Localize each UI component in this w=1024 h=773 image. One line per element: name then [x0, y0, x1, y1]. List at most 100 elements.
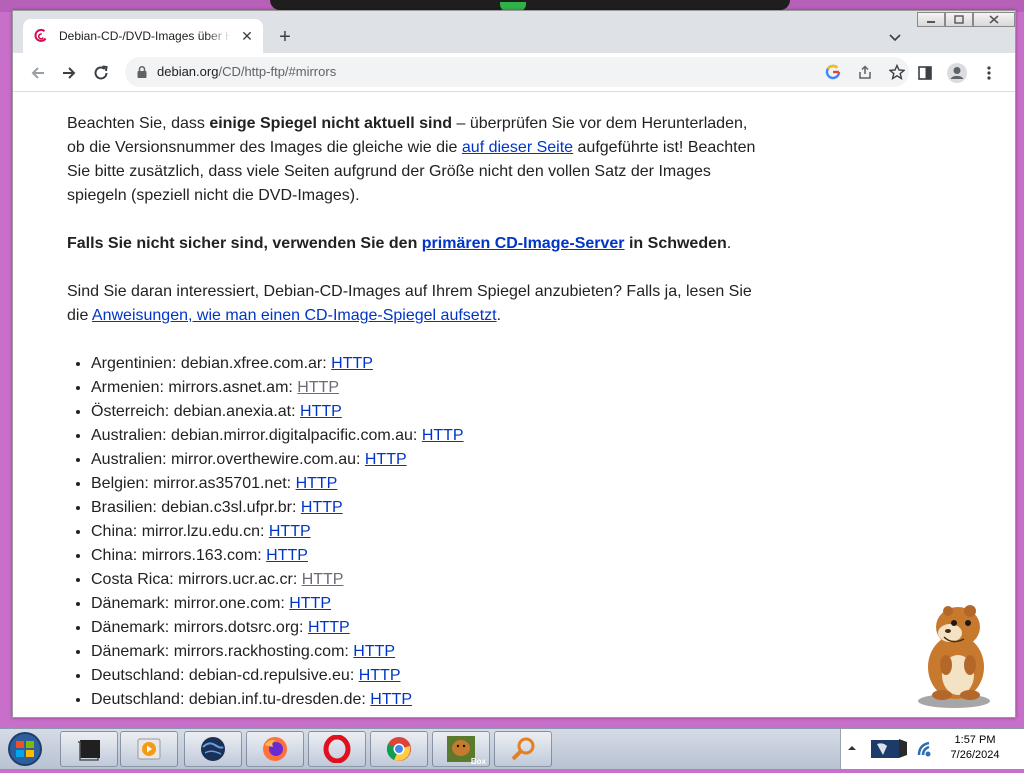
- desktop-top-widget: [270, 0, 790, 10]
- mirror-http-link[interactable]: HTTP: [370, 691, 412, 708]
- share-icon[interactable]: [855, 62, 875, 82]
- mirror-label: Australien: mirror.overthewire.com.au:: [91, 451, 365, 468]
- mirror-label: Armenien: mirrors.asnet.am:: [91, 379, 298, 396]
- maximize-button[interactable]: [945, 12, 973, 27]
- list-item: Costa Rica: mirrors.ucr.ac.cr: HTTP: [91, 568, 767, 592]
- reload-button[interactable]: [88, 60, 114, 86]
- monitor-flag-icon[interactable]: [869, 737, 909, 761]
- mirror-setup-instructions-link[interactable]: Anweisungen, wie man einen CD-Image-Spie…: [92, 307, 497, 324]
- mirror-http-link[interactable]: HTTP: [422, 427, 464, 444]
- mirror-label: Australien: debian.mirror.digitalpacific…: [91, 427, 422, 444]
- box-label: Box: [470, 757, 486, 766]
- firefox-icon: [263, 737, 287, 761]
- media-player-icon: [137, 738, 161, 760]
- mirror-http-link[interactable]: HTTP: [266, 547, 308, 564]
- browser-toolbar: debian.org/CD/http-ftp/#mirrors: [13, 53, 1015, 92]
- mirror-http-link[interactable]: HTTP: [289, 595, 331, 612]
- taskbar-firefox[interactable]: [246, 731, 304, 767]
- this-page-link[interactable]: auf dieser Seite: [462, 139, 573, 156]
- browser-window: Debian-CD-/DVD-Images über HTTP/FTP ✕ +: [12, 10, 1016, 718]
- notice-text-a: Beachten Sie, dass: [67, 115, 210, 132]
- mirror-http-link[interactable]: HTTP: [359, 667, 401, 684]
- clock[interactable]: 1:57 PM 7/26/2024: [930, 733, 1020, 763]
- primary-text-a: Falls Sie nicht sicher sind, verwenden S…: [67, 235, 422, 252]
- tab-search-chevron-icon[interactable]: [883, 26, 907, 50]
- mirror-label: Österreich: debian.anexia.at:: [91, 403, 301, 420]
- taskbar-chrome[interactable]: [370, 731, 428, 767]
- lock-icon[interactable]: [135, 65, 149, 79]
- hamster-mascot-icon[interactable]: [908, 595, 998, 710]
- tab-close-icon[interactable]: ✕: [237, 26, 257, 46]
- list-item: Dänemark: mirror.one.com: HTTP: [91, 592, 767, 616]
- mirror-offer-text-b: .: [496, 307, 502, 324]
- mirror-label: Dänemark: mirror.one.com:: [91, 595, 290, 612]
- url-text[interactable]: debian.org/CD/http-ftp/#mirrors: [157, 64, 336, 79]
- mirror-label: Dänemark: mirrors.dotsrc.org:: [91, 619, 308, 636]
- taskbar-media-player[interactable]: [120, 731, 178, 767]
- list-item: Brasilien: debian.c3sl.ufpr.br: HTTP: [91, 496, 767, 520]
- opera-icon: [323, 735, 351, 763]
- mirror-http-link[interactable]: HTTP: [301, 499, 343, 516]
- browser-menu-icon[interactable]: [977, 61, 1001, 85]
- close-window-button[interactable]: [973, 12, 1015, 27]
- list-item: Australien: mirror.overthewire.com.au: H…: [91, 448, 767, 472]
- start-button[interactable]: [4, 730, 46, 768]
- clock-time: 1:57 PM: [954, 734, 996, 746]
- mirror-offer-paragraph: Sind Sie daran interessiert, Debian-CD-I…: [67, 280, 767, 328]
- taskbar-search-tool[interactable]: [494, 731, 552, 767]
- mirror-label: Deutschland: debian.inf.tu-dresden.de:: [91, 691, 371, 708]
- mirror-label: China: mirror.lzu.edu.cn:: [91, 523, 269, 540]
- mirror-label: Belgien: mirror.as35701.net:: [91, 475, 296, 492]
- tab-strip: Debian-CD-/DVD-Images über HTTP/FTP ✕ +: [13, 11, 1015, 53]
- mirror-http-link[interactable]: HTTP: [296, 475, 338, 492]
- notice-bold: einige Spiegel nicht aktuell sind: [209, 115, 453, 132]
- mirror-http-link[interactable]: HTTP: [302, 571, 344, 588]
- mirror-http-link[interactable]: HTTP: [269, 523, 311, 540]
- address-bar[interactable]: debian.org/CD/http-ftp/#mirrors: [125, 57, 909, 87]
- minimize-button[interactable]: [917, 12, 945, 27]
- mirror-http-link[interactable]: HTTP: [331, 355, 373, 372]
- url-path: /CD/http-ftp/#mirrors: [218, 64, 337, 79]
- mirror-http-link[interactable]: HTTP: [353, 643, 395, 660]
- windows-orb-icon: [8, 732, 42, 766]
- mirror-label: Costa Rica: mirrors.ucr.ac.cr:: [91, 571, 302, 588]
- taskbar-box-app[interactable]: Box: [432, 731, 490, 767]
- primary-server-paragraph: Falls Sie nicht sicher sind, verwenden S…: [67, 232, 767, 256]
- mirror-label: Brasilien: debian.c3sl.ufpr.br:: [91, 499, 301, 516]
- notice-paragraph: Beachten Sie, dass einige Spiegel nicht …: [67, 112, 767, 208]
- list-item: China: mirror.lzu.edu.cn: HTTP: [91, 520, 767, 544]
- list-item: Argentinien: debian.xfree.com.ar: HTTP: [91, 352, 767, 376]
- forward-button[interactable]: [56, 60, 82, 86]
- list-item: Dänemark: mirrors.dotsrc.org: HTTP: [91, 616, 767, 640]
- mirror-http-link[interactable]: HTTP: [300, 403, 342, 420]
- list-item: Australien: debian.mirror.digitalpacific…: [91, 424, 767, 448]
- forward-arrow-icon: [63, 67, 76, 79]
- taskbar-globe[interactable]: [184, 731, 242, 767]
- bookmark-star-icon[interactable]: [887, 62, 907, 82]
- profile-avatar-icon[interactable]: [945, 61, 969, 85]
- tray-expand-icon[interactable]: [847, 743, 857, 753]
- reload-icon: [94, 65, 108, 80]
- mirror-http-link[interactable]: HTTP: [365, 451, 407, 468]
- mirror-http-link[interactable]: HTTP: [308, 619, 350, 636]
- list-item: Belgien: mirror.as35701.net: HTTP: [91, 472, 767, 496]
- new-tab-button[interactable]: +: [273, 26, 297, 50]
- magnifier-icon: [511, 737, 535, 761]
- window-controls: [917, 12, 1015, 28]
- page-content: Beachten Sie, dass einige Spiegel nicht …: [13, 92, 1015, 717]
- mirror-list: Argentinien: debian.xfree.com.ar: HTTP A…: [67, 352, 767, 712]
- mirror-http-link[interactable]: HTTP: [297, 379, 339, 396]
- taskbar-opera[interactable]: [308, 731, 366, 767]
- side-panel-icon[interactable]: [913, 61, 937, 85]
- list-item: Österreich: debian.anexia.at: HTTP: [91, 400, 767, 424]
- mirror-label: China: mirrors.163.com:: [91, 547, 267, 564]
- taskbar: Box 1:57 PM 7/26/2024: [0, 728, 1024, 769]
- taskbar-terminal[interactable]: [60, 731, 118, 767]
- clock-date: 7/26/2024: [950, 749, 1000, 761]
- primary-cd-server-link[interactable]: primären CD-Image-Server: [422, 235, 625, 252]
- mirror-label: Dänemark: mirrors.rackhosting.com:: [91, 643, 354, 660]
- tab-active[interactable]: Debian-CD-/DVD-Images über HTTP/FTP ✕: [23, 19, 263, 53]
- google-translate-icon[interactable]: [823, 62, 843, 82]
- mirror-label: Argentinien: debian.xfree.com.ar:: [91, 355, 332, 372]
- back-button[interactable]: [25, 60, 51, 86]
